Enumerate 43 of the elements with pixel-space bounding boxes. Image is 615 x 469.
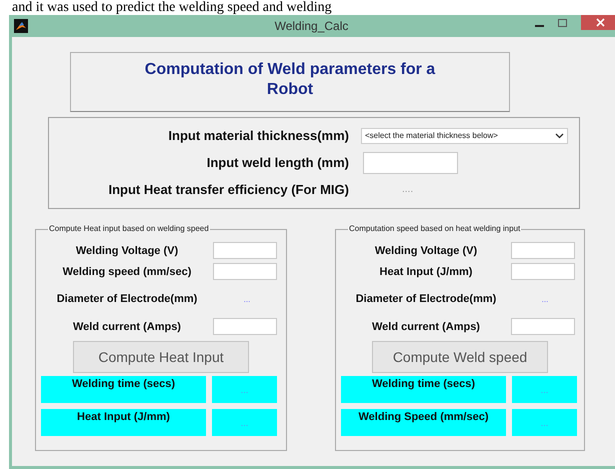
chevron-down-icon	[555, 132, 564, 138]
output-value: ...	[212, 409, 277, 436]
field-label: Welding Voltage (V)	[74, 244, 180, 256]
output-value: ...	[212, 376, 277, 403]
heading: Computation of Weld parameters for a Robot	[144, 60, 436, 100]
input-field[interactable]	[511, 242, 575, 259]
output-label: Welding time (secs)	[41, 376, 206, 403]
readout-text: ...	[540, 294, 550, 304]
window-title: Welding_Calc	[274, 19, 350, 33]
field-label: Input weld length (mm)	[206, 155, 349, 170]
input-field[interactable]	[511, 263, 575, 280]
field-label: Diameter of Electrode(mm)	[354, 293, 498, 305]
output-label: Welding time (secs)	[341, 376, 506, 403]
field-label: Heat Input (J/mm)	[378, 266, 474, 278]
input-field[interactable]	[213, 318, 277, 335]
readout-text: ...	[242, 294, 252, 304]
field-label: Input material thickness(mm)	[167, 128, 349, 143]
maximize-icon[interactable]	[558, 19, 567, 27]
output-value: ...	[512, 376, 577, 403]
output-label: Welding Speed (mm/sec)	[341, 409, 506, 436]
group-title: Compute Heat input based on welding speed	[48, 224, 210, 233]
field-label: Welding Voltage (V)	[374, 244, 478, 256]
compute-button[interactable]: Compute Heat Input	[73, 341, 249, 373]
output-label: Heat Input (J/mm)	[41, 409, 206, 436]
field-label: Input Heat transfer efficiency (For MIG)	[107, 182, 349, 197]
minimize-icon[interactable]	[535, 25, 544, 28]
close-button[interactable]	[581, 15, 615, 30]
compute-button[interactable]: Compute Weld speed	[372, 341, 548, 373]
readout-text: ....	[402, 184, 414, 195]
input-field[interactable]	[213, 242, 277, 259]
field-label: Diameter of Electrode(mm)	[56, 293, 198, 305]
input-field[interactable]	[363, 152, 458, 174]
input-field[interactable]	[213, 263, 277, 280]
group-title: Computation speed based on heat welding input	[348, 224, 522, 233]
field-label: Weld current (Amps)	[72, 320, 182, 332]
field-label: Weld current (Amps)	[371, 320, 481, 332]
close-icon	[596, 18, 604, 27]
thickness-dropdown[interactable]: <select the material thickness below>	[361, 128, 568, 144]
field-label: Welding speed (mm/sec)	[62, 266, 192, 278]
app-icon	[14, 19, 28, 33]
document-text: and it was used to predict the welding speed and welding	[11, 0, 333, 15]
input-field[interactable]	[511, 318, 575, 335]
output-value: ...	[512, 409, 577, 436]
